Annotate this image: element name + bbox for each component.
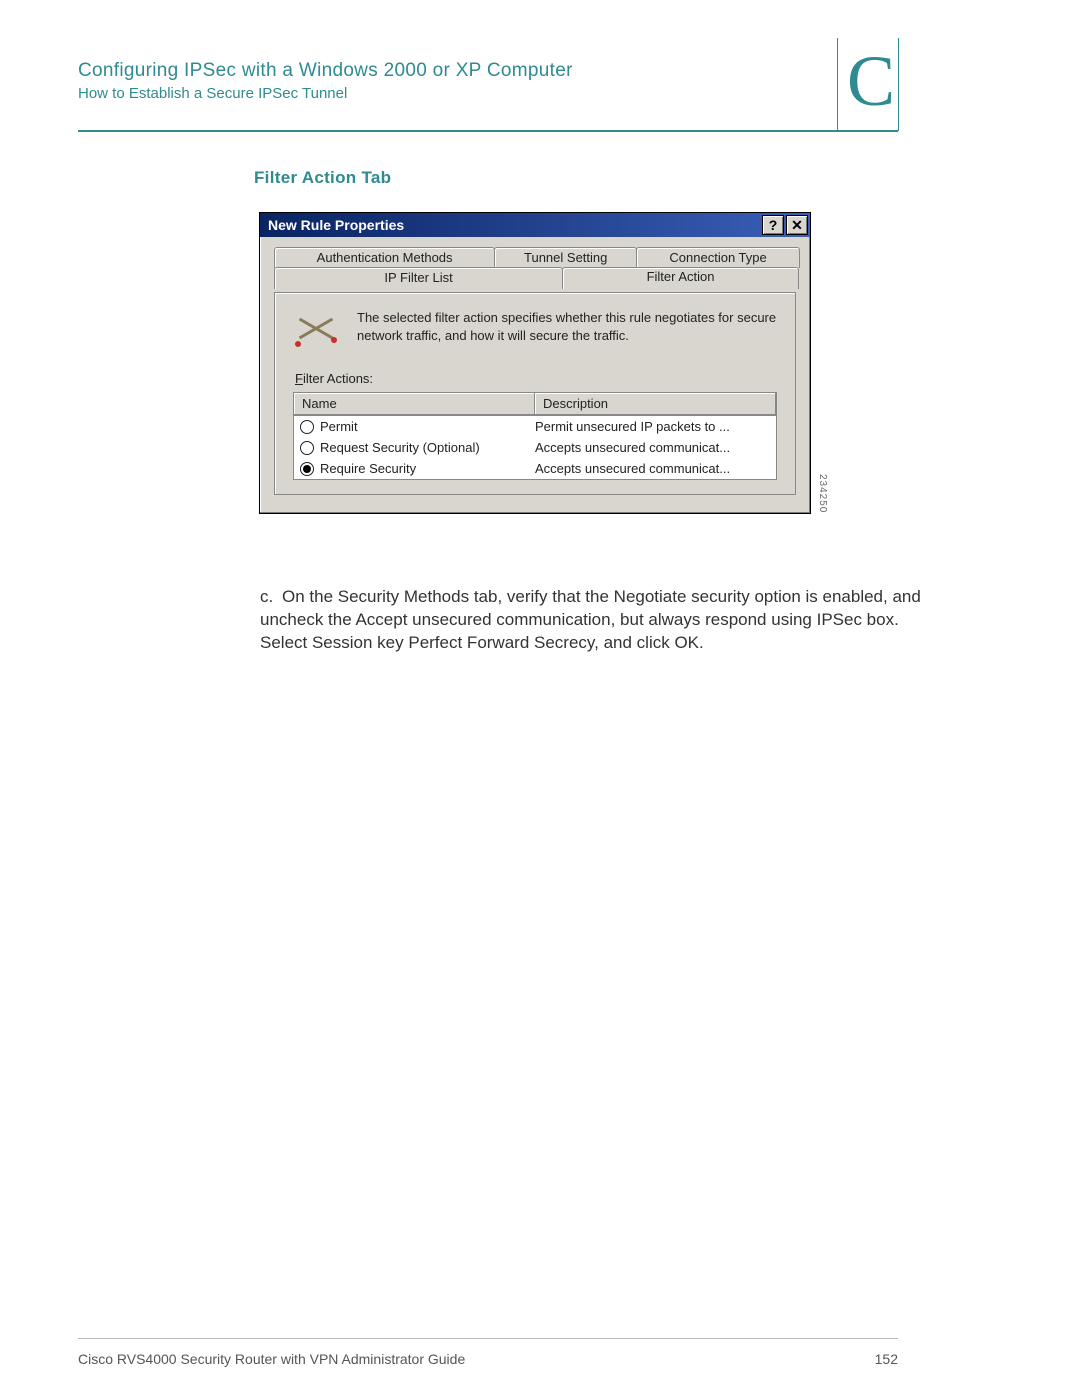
appendix-letter: C [847,40,895,123]
filter-actions-label: Filter Actions: [295,371,775,386]
listview-header: Name Description [294,393,776,416]
filter-action-icon [293,309,339,349]
page-number: 152 [875,1351,898,1367]
step-paragraph: c.On the Security Methods tab, verify th… [260,586,950,655]
tab-authentication-methods[interactable]: Authentication Methods [274,247,495,268]
list-item[interactable]: Request Security (Optional) Accepts unse… [294,437,776,458]
tab-connection-type[interactable]: Connection Type [636,247,800,268]
item-name: Permit [320,419,358,434]
close-button[interactable]: ✕ [786,215,808,235]
filter-actions-listview[interactable]: Name Description Permit Permit unsecured… [293,392,777,480]
dialog-body: Authentication Methods Tunnel Setting Co… [260,237,810,513]
dialog-title: New Rule Properties [268,217,404,233]
column-description[interactable]: Description [535,393,776,415]
new-rule-properties-dialog: 234250 New Rule Properties ? ✕ Authentic… [259,212,811,514]
tab-strip: Authentication Methods Tunnel Setting Co… [274,247,796,293]
item-description: Permit unsecured IP packets to ... [535,419,770,434]
radio-icon [300,441,314,455]
chapter-subtitle: How to Establish a Secure IPSec Tunnel [78,85,347,102]
header-rule [78,130,898,132]
footer-rule [78,1338,898,1339]
tab-tunnel-setting[interactable]: Tunnel Setting [494,247,637,268]
tab-pane-filter-action: The selected filter action specifies whe… [274,292,796,495]
radio-icon [300,420,314,434]
document-page: Configuring IPSec with a Windows 2000 or… [0,0,1080,1397]
dialog-titlebar: New Rule Properties ? ✕ [260,213,810,237]
list-item[interactable]: Require Security Accepts unsecured commu… [294,458,776,479]
radio-icon-selected [300,462,314,476]
filter-action-description: The selected filter action specifies whe… [357,309,777,344]
chapter-title: Configuring IPSec with a Windows 2000 or… [78,60,573,82]
item-description: Accepts unsecured communicat... [535,440,770,455]
item-name: Request Security (Optional) [320,440,480,455]
figure-id-label: 234250 [817,474,828,513]
tab-ip-filter-list[interactable]: IP Filter List [274,267,563,289]
list-item[interactable]: Permit Permit unsecured IP packets to ..… [294,416,776,437]
item-name: Require Security [320,461,416,476]
footer-guide-title: Cisco RVS4000 Security Router with VPN A… [78,1351,465,1367]
step-text: On the Security Methods tab, verify that… [260,587,921,652]
column-name[interactable]: Name [294,393,535,415]
help-button[interactable]: ? [762,215,784,235]
item-description: Accepts unsecured communicat... [535,461,770,476]
section-heading: Filter Action Tab [254,168,391,188]
tab-filter-action[interactable]: Filter Action [562,267,799,289]
step-marker: c. [260,586,282,609]
